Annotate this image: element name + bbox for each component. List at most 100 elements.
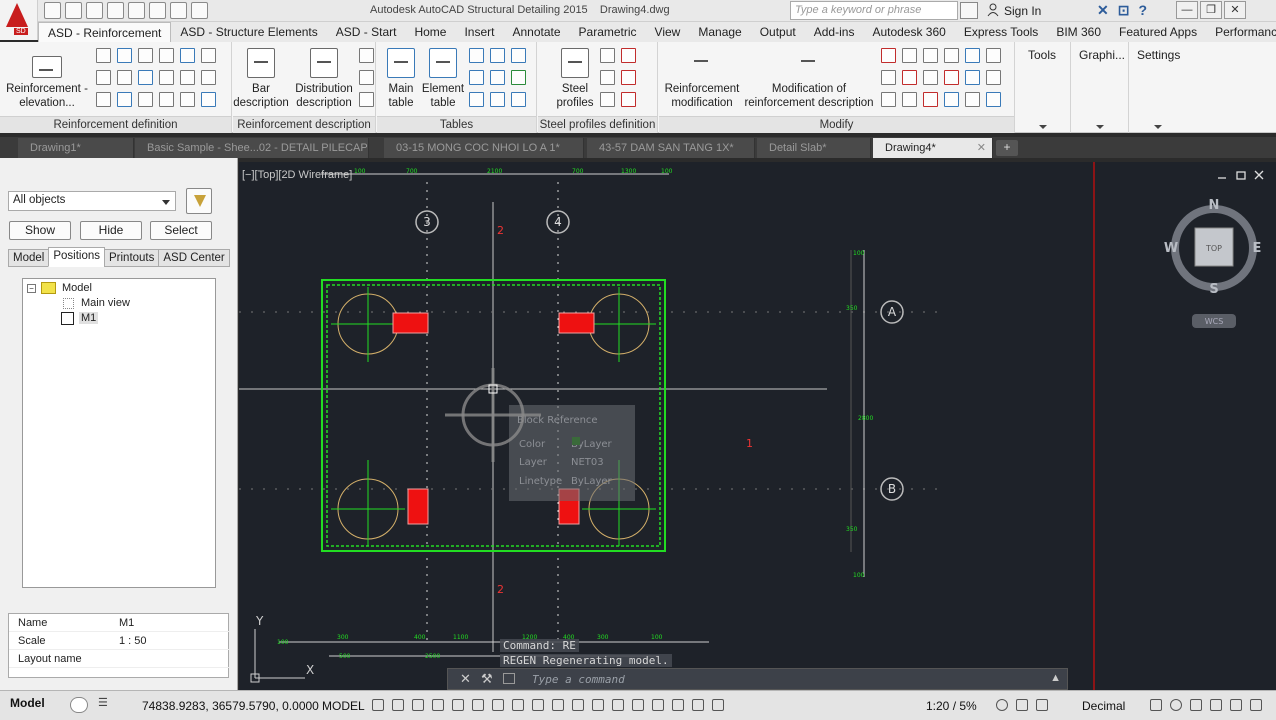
doc-tab-4[interactable]: Detail Slab* xyxy=(757,138,871,158)
bar-icon[interactable] xyxy=(117,48,132,63)
undo-icon[interactable] xyxy=(149,2,166,19)
exchange-apps-icon[interactable]: ✕ xyxy=(1097,2,1109,18)
save-as-icon[interactable] xyxy=(107,2,124,19)
table-f-icon[interactable] xyxy=(511,70,526,85)
infer-icon[interactable] xyxy=(412,699,424,711)
edit-h-icon[interactable] xyxy=(923,70,938,85)
redo-icon[interactable] xyxy=(170,2,187,19)
binoculars-icon[interactable] xyxy=(960,2,978,19)
table-c-icon[interactable] xyxy=(511,48,526,63)
doc-tab-0[interactable]: Drawing1* xyxy=(18,138,134,158)
tree-item-main-view[interactable]: Main view xyxy=(81,297,130,309)
panel-graphics[interactable]: Graphi... xyxy=(1072,42,1129,133)
isolate-objects-icon[interactable] xyxy=(1190,699,1202,711)
selection-filter-icon[interactable] xyxy=(632,699,644,711)
settings-dropdown-icon[interactable] xyxy=(1154,125,1162,129)
ribbon-tab-home[interactable]: Home xyxy=(405,22,455,42)
profile-e-icon[interactable] xyxy=(600,92,615,107)
sign-in-link[interactable]: Sign In xyxy=(1004,4,1041,18)
isodraft-icon[interactable] xyxy=(472,699,484,711)
viewcube-top-face[interactable]: TOP xyxy=(1205,244,1222,253)
dynamic-ucs-icon[interactable] xyxy=(612,699,624,711)
ribbon-tab-view[interactable]: View xyxy=(646,22,690,42)
edit-m-icon[interactable] xyxy=(902,92,917,107)
hook-icon[interactable] xyxy=(159,48,174,63)
edit-e-icon[interactable] xyxy=(965,48,980,63)
profile-f-icon[interactable] xyxy=(621,92,636,107)
ribbon-tab-asd-structure-elements[interactable]: ASD - Structure Elements xyxy=(171,22,326,42)
viewport-controls-label[interactable]: [−][Top][2D Wireframe] xyxy=(242,169,352,181)
ribbon-tab-annotate[interactable]: Annotate xyxy=(503,22,569,42)
ribbon-tab-autodesk-360[interactable]: Autodesk 360 xyxy=(863,22,954,42)
line-icon[interactable] xyxy=(138,92,153,107)
add-icon[interactable] xyxy=(1036,699,1048,711)
model-space-toggle[interactable]: MODEL xyxy=(322,699,365,713)
grid-icon[interactable] xyxy=(372,699,384,711)
lineweight-icon[interactable] xyxy=(532,699,544,711)
ribbon-tab-parametric[interactable]: Parametric xyxy=(570,22,646,42)
command-input[interactable]: Type a command xyxy=(532,673,625,686)
link-icon[interactable] xyxy=(159,70,174,85)
annotation-scale-icon[interactable] xyxy=(712,699,724,711)
edit-l-icon[interactable] xyxy=(881,92,896,107)
column-icon[interactable] xyxy=(201,92,216,107)
doc-tab-5[interactable]: Drawing4* ✕ xyxy=(873,138,993,158)
panel-settings[interactable]: Settings xyxy=(1130,42,1190,133)
edit-g-icon[interactable] xyxy=(881,70,896,85)
modify-reinf-description-button[interactable]: Modification of reinforcement descriptio… xyxy=(743,48,875,110)
profile-d-icon[interactable] xyxy=(621,70,636,85)
annotation-monitor-icon[interactable] xyxy=(1016,699,1028,711)
table-h-icon[interactable] xyxy=(490,92,505,107)
delete-icon[interactable] xyxy=(902,70,917,85)
gizmo-icon[interactable] xyxy=(652,699,664,711)
edit-k-icon[interactable] xyxy=(986,70,1001,85)
section-icon[interactable] xyxy=(96,70,111,85)
profile-c-icon[interactable] xyxy=(600,70,615,85)
frame-icon[interactable] xyxy=(180,92,195,107)
ortho-icon[interactable] xyxy=(432,699,444,711)
mesh-icon[interactable] xyxy=(180,48,195,63)
units-select[interactable]: Decimal xyxy=(1082,699,1125,713)
edit-b-icon[interactable] xyxy=(902,48,917,63)
new-tab-icon[interactable]: + xyxy=(996,140,1018,156)
table-b-icon[interactable] xyxy=(490,48,505,63)
table-d-icon[interactable] xyxy=(469,70,484,85)
polyline-bar-icon[interactable] xyxy=(201,70,216,85)
dim-icon[interactable] xyxy=(359,70,374,85)
select-button[interactable]: Select xyxy=(150,221,212,240)
drawing-canvas[interactable]: 100 700 2100 700 1300 100 Block Referenc… xyxy=(239,162,1276,690)
steel-profiles-button[interactable]: Steel profiles xyxy=(550,48,600,110)
edit-j-icon[interactable] xyxy=(965,70,980,85)
selection-cycling-icon[interactable] xyxy=(572,699,584,711)
command-dropdown-icon[interactable]: ▲ xyxy=(1050,672,1061,684)
add-layout-icon[interactable] xyxy=(70,697,88,713)
workspace-gear-icon[interactable] xyxy=(996,699,1008,711)
ribbon-tab-asd-start[interactable]: ASD - Start xyxy=(327,22,406,42)
edit-d-icon[interactable] xyxy=(944,48,959,63)
close-icon[interactable]: ✕ xyxy=(1224,1,1246,19)
zoom-icon[interactable] xyxy=(191,2,208,19)
close-command-icon[interactable]: ✕ xyxy=(460,671,471,687)
ribbon-tab-bim-360[interactable]: BIM 360 xyxy=(1047,22,1110,42)
edit-c-icon[interactable] xyxy=(923,48,938,63)
quick-properties-icon[interactable] xyxy=(1150,699,1162,711)
tab-asd-center[interactable]: ASD Center xyxy=(158,249,230,267)
restore-icon[interactable]: ❐ xyxy=(1200,1,1222,19)
new-icon[interactable] xyxy=(44,2,61,19)
edit-i-icon[interactable] xyxy=(944,70,959,85)
prop-value[interactable]: 1 : 50 xyxy=(119,635,147,647)
tab-model[interactable]: Model xyxy=(8,249,50,267)
distribution-description-button[interactable]: Distribution description xyxy=(291,48,357,110)
snap-icon[interactable] xyxy=(392,699,404,711)
ribbon-tab-add-ins[interactable]: Add-ins xyxy=(805,22,864,42)
polar-icon[interactable] xyxy=(452,699,464,711)
doc-tab-1[interactable]: Basic Sample - Shee...02 - DETAIL PILECA… xyxy=(135,138,369,158)
bend-icon[interactable] xyxy=(138,48,153,63)
prop-value[interactable]: M1 xyxy=(119,617,134,629)
pin-icon[interactable] xyxy=(96,92,111,107)
model-layout-tab[interactable]: Model xyxy=(10,696,45,710)
edge-icon[interactable] xyxy=(159,92,174,107)
edit-q-icon[interactable] xyxy=(986,92,1001,107)
table-i-icon[interactable] xyxy=(511,92,526,107)
edit-a-icon[interactable] xyxy=(881,48,896,63)
